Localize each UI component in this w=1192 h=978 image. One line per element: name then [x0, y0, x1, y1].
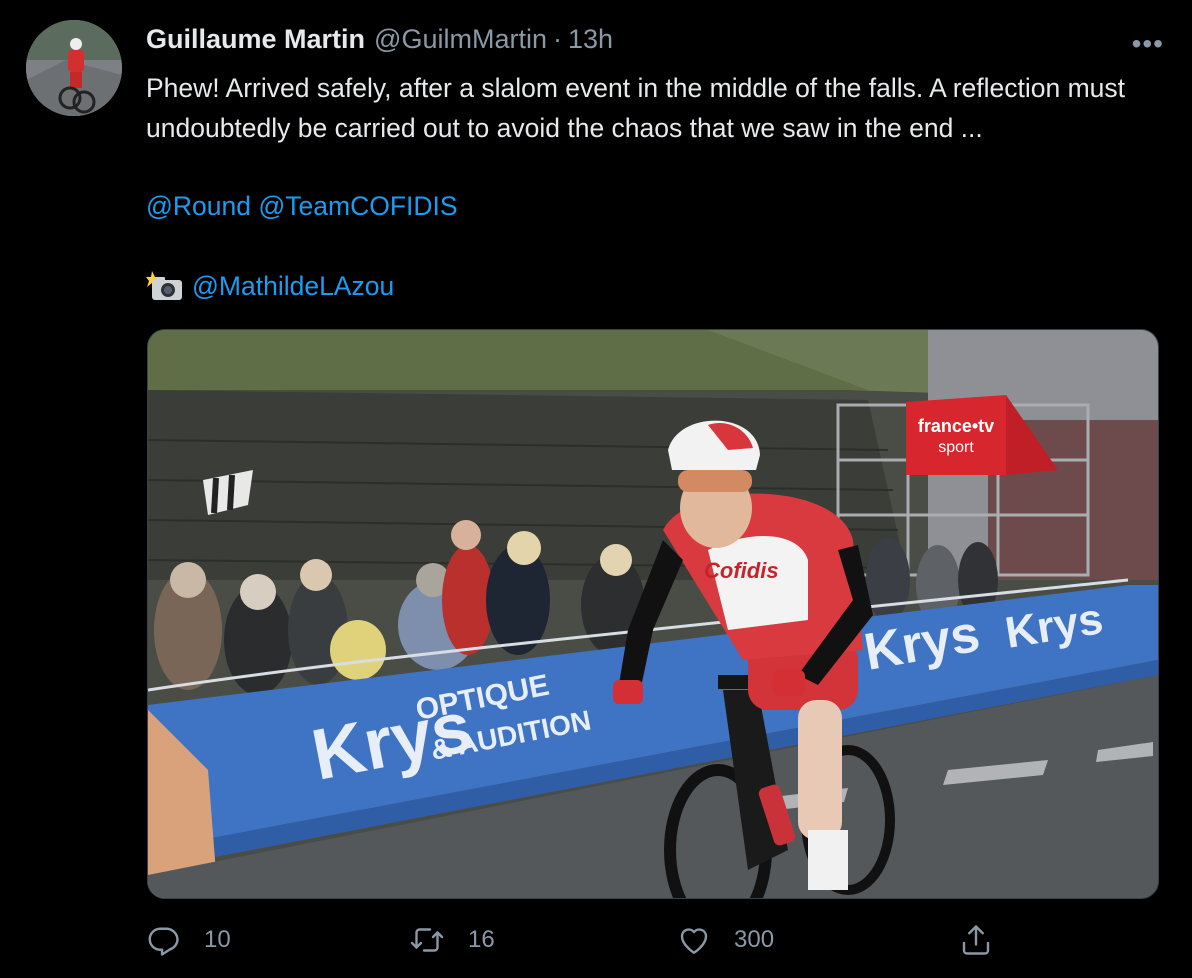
reply-count: 10 — [204, 926, 231, 953]
mention-teamcofidis[interactable]: @TeamCOFIDIS — [258, 191, 457, 221]
author-name[interactable]: Guillaume Martin — [146, 24, 365, 55]
banner-brand: france•tv — [918, 416, 994, 436]
share-icon — [962, 925, 990, 955]
reply-icon — [148, 927, 179, 956]
mentions: @Round @TeamCOFIDIS — [146, 186, 458, 226]
tweet: Guillaume Martin @GuilmMartin · 13h ••• … — [0, 0, 1192, 978]
retweet-button[interactable]: 16 — [408, 922, 495, 958]
tweet-header: Guillaume Martin @GuilmMartin · 13h — [146, 24, 613, 60]
banner-sub: sport — [938, 439, 974, 456]
mention-mathildelazou[interactable]: @MathildeLAzou — [192, 266, 394, 306]
like-count: 300 — [734, 926, 775, 953]
author-handle[interactable]: @GuilmMartin — [374, 24, 547, 55]
reply-button[interactable]: 10 — [146, 922, 231, 958]
jersey-text: Cofidis — [704, 558, 779, 583]
retweet-icon — [410, 928, 444, 952]
like-button[interactable]: 300 — [676, 922, 774, 958]
camera-flash-icon — [146, 270, 184, 302]
tweet-text: Phew! Arrived safely, after a slalom eve… — [146, 73, 1126, 143]
retweet-count: 16 — [468, 926, 495, 953]
more-icon[interactable]: ••• — [1132, 28, 1164, 60]
mention-round[interactable]: @Round — [146, 191, 251, 221]
separator: · — [552, 24, 562, 54]
share-button[interactable] — [958, 922, 994, 958]
timestamp[interactable]: 13h — [568, 24, 613, 55]
heart-icon — [680, 928, 708, 954]
tweet-photo[interactable]: france•tv sport Krys OPTIQUE & AUDITION … — [147, 329, 1159, 899]
avatar[interactable] — [26, 20, 122, 116]
photo-credit: @MathildeLAzou — [146, 266, 394, 306]
tweet-actions: 10 16 300 — [0, 922, 1192, 966]
